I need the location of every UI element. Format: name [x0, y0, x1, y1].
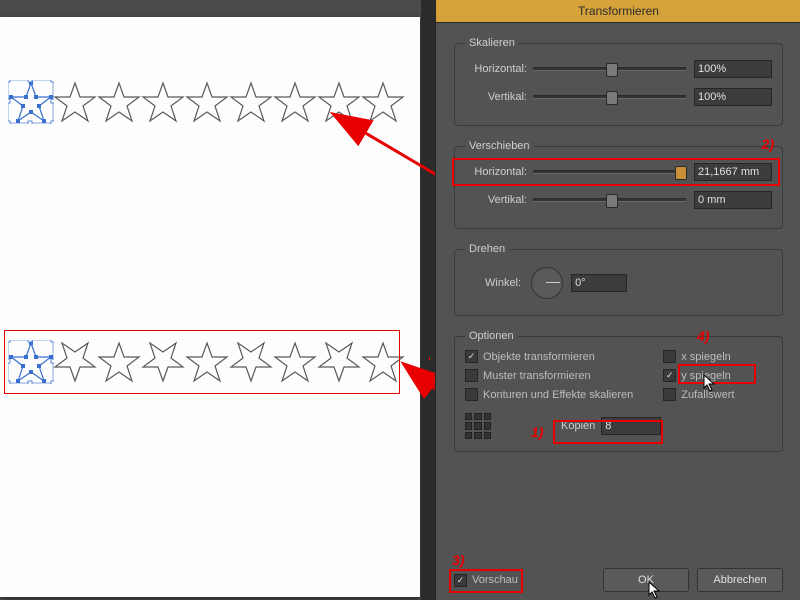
star[interactable] [52, 340, 98, 384]
ok-button[interactable]: OK [603, 568, 689, 592]
check-label: Muster transformieren [483, 370, 591, 382]
group-rotate-legend: Drehen [465, 243, 509, 255]
star[interactable] [8, 80, 54, 124]
checkbox-icon [663, 350, 676, 363]
checkbox-icon: ✓ [465, 350, 478, 363]
check-label: Konturen und Effekte skalieren [483, 389, 633, 401]
star-row-bottom [8, 340, 404, 384]
group-options-legend: Optionen [465, 330, 518, 342]
group-scale: Skalieren Horizontal: 100% Vertikal: 100… [454, 37, 783, 126]
star-row-top [8, 80, 404, 124]
check-scale-strokes[interactable]: Konturen und Effekte skalieren [465, 388, 633, 401]
dialog-title: Transformieren [436, 0, 800, 23]
arrow-to-row-bottom [429, 357, 430, 360]
star[interactable] [52, 80, 98, 124]
check-label: Vorschau [472, 574, 518, 586]
cancel-button[interactable]: Abbrechen [697, 568, 783, 592]
star[interactable] [360, 340, 406, 384]
scale-h-label: Horizontal: [465, 63, 527, 75]
move-h-value[interactable]: 21,1667 mm [694, 163, 772, 181]
check-label: Zufallswert [681, 389, 734, 401]
star[interactable] [272, 80, 318, 124]
checkbox-icon [663, 388, 676, 401]
annotation-2: 2) [762, 136, 774, 152]
button-label: OK [638, 574, 654, 586]
move-v-label: Vertikal: [465, 194, 527, 206]
check-label: y spiegeln [681, 370, 731, 382]
check-label: Objekte transformieren [483, 351, 595, 363]
rotate-value[interactable]: 0° [571, 274, 627, 292]
star[interactable] [316, 80, 362, 124]
star[interactable] [184, 340, 230, 384]
move-v-slider[interactable] [533, 198, 686, 202]
checkbox-icon [465, 388, 478, 401]
group-rotate: Drehen Winkel: 0° [454, 243, 783, 316]
scale-v-value[interactable]: 100% [694, 88, 772, 106]
star[interactable] [228, 340, 274, 384]
transform-dialog: Transformieren Skalieren Horizontal: 100… [435, 0, 800, 600]
scale-v-slider[interactable] [533, 95, 686, 99]
move-h-slider[interactable] [533, 170, 686, 174]
check-label: x spiegeln [681, 351, 731, 363]
annotation-1: 1) [531, 424, 543, 440]
star[interactable] [140, 80, 186, 124]
star[interactable] [228, 80, 274, 124]
angle-dial[interactable] [531, 267, 563, 299]
button-label: Abbrechen [713, 574, 766, 586]
star[interactable] [184, 80, 230, 124]
check-mirror-y[interactable]: ✓ y spiegeln [663, 369, 734, 382]
anchor-grid[interactable] [465, 413, 491, 439]
check-transform-patterns[interactable]: Muster transformieren [465, 369, 633, 382]
scale-h-value[interactable]: 100% [694, 60, 772, 78]
star[interactable] [272, 340, 318, 384]
group-scale-legend: Skalieren [465, 37, 519, 49]
scale-h-slider[interactable] [533, 67, 686, 71]
star[interactable] [140, 340, 186, 384]
group-move: Verschieben Horizontal: 21,1667 mm Verti… [454, 140, 783, 229]
star[interactable] [316, 340, 362, 384]
check-random[interactable]: Zufallswert [663, 388, 734, 401]
checkbox-icon: ✓ [663, 369, 676, 382]
canvas-area [0, 0, 435, 600]
move-v-value[interactable]: 0 mm [694, 191, 772, 209]
group-options: Optionen ✓ Objekte transformieren Muster… [454, 330, 783, 452]
vertical-scrollbar[interactable] [421, 0, 435, 600]
star[interactable] [8, 340, 54, 384]
annotation-3: 3) [452, 552, 464, 568]
check-transform-objects[interactable]: ✓ Objekte transformieren [465, 350, 633, 363]
star[interactable] [360, 80, 406, 124]
rotate-label: Winkel: [485, 277, 521, 289]
dialog-footer: ✓ Vorschau 3) OK Abbrechen [454, 568, 783, 592]
check-preview[interactable]: ✓ Vorschau 3) [454, 574, 518, 587]
copies-label: Kopien [561, 420, 595, 432]
scale-v-label: Vertikal: [465, 91, 527, 103]
star[interactable] [96, 80, 142, 124]
checkbox-icon [465, 369, 478, 382]
checkbox-icon: ✓ [454, 574, 467, 587]
copies-value[interactable]: 8 [601, 417, 661, 435]
check-mirror-x[interactable]: x spiegeln [663, 350, 734, 363]
move-h-label: Horizontal: [465, 166, 527, 178]
group-move-legend: Verschieben [465, 140, 534, 152]
annotation-4: 4) [697, 328, 709, 344]
star[interactable] [96, 340, 142, 384]
